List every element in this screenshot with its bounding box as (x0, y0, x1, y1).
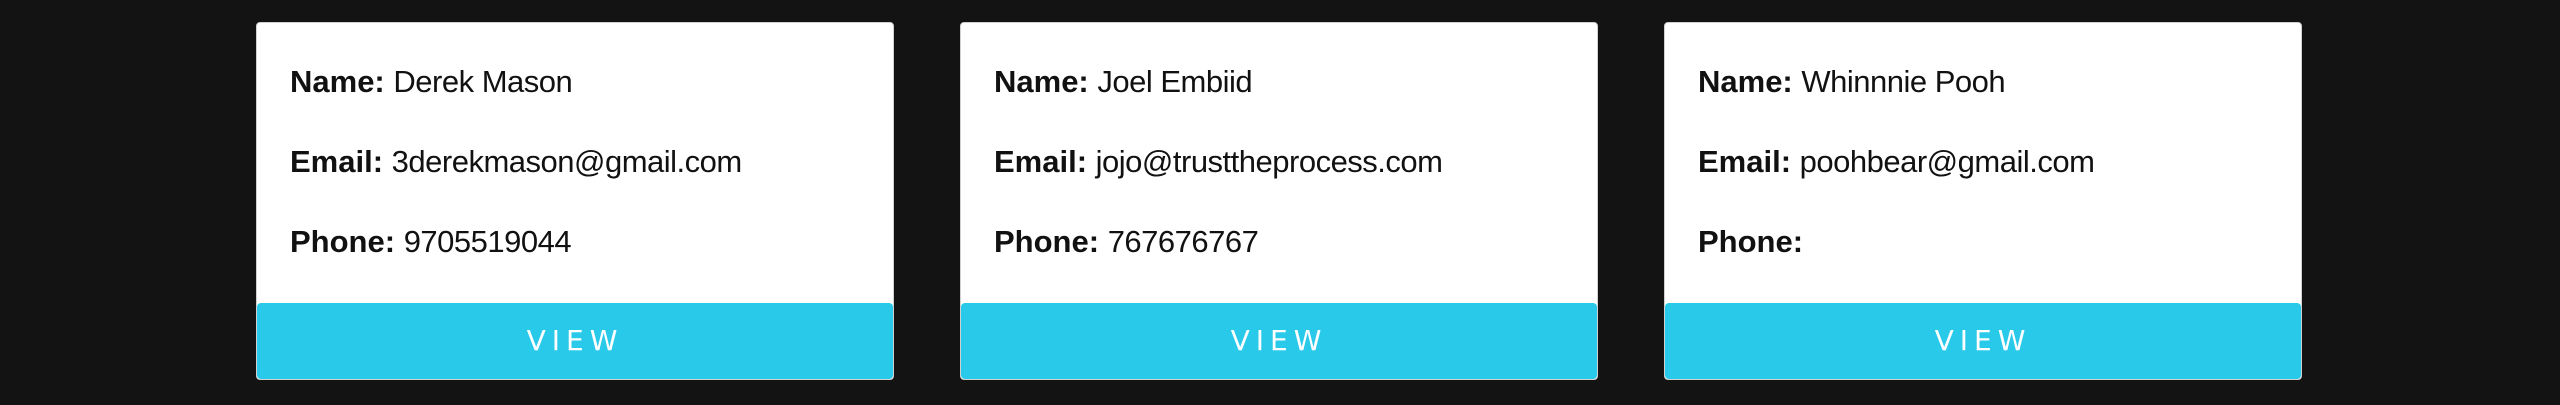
contact-email-field: Email: jojo@trusttheprocess.com (994, 144, 1443, 180)
contact-name-field: Name: Joel Embiid (994, 64, 1253, 100)
email-value: jojo@trusttheprocess.com (1095, 144, 1443, 179)
contact-cards-row: Name: Derek Mason Email: 3derekmason@gma… (0, 0, 2560, 405)
phone-label: Phone: (1698, 224, 1804, 259)
name-value: Whinnnie Pooh (1801, 64, 2006, 99)
phone-label: Phone: (994, 224, 1100, 259)
contact-card: Name: Derek Mason Email: 3derekmason@gma… (256, 22, 894, 380)
contact-card: Name: Whinnnie Pooh Email: poohbear@gmai… (1664, 22, 2302, 380)
name-value: Derek Mason (393, 64, 573, 99)
contact-name-field: Name: Derek Mason (290, 64, 573, 100)
view-button[interactable]: VIEW (1665, 303, 2301, 379)
contact-phone-field: Phone: 9705519044 (290, 224, 572, 260)
email-label: Email: (1698, 144, 1792, 179)
email-label: Email: (994, 144, 1088, 179)
name-value: Joel Embiid (1097, 64, 1253, 99)
contact-email-field: Email: 3derekmason@gmail.com (290, 144, 742, 180)
contact-name-field: Name: Whinnnie Pooh (1698, 64, 2006, 100)
phone-value: 9705519044 (403, 224, 572, 259)
email-value: poohbear@gmail.com (1799, 144, 2095, 179)
email-value: 3derekmason@gmail.com (391, 144, 743, 179)
phone-label: Phone: (290, 224, 396, 259)
contact-phone-field: Phone: 767676767 (994, 224, 1259, 260)
name-label: Name: (290, 64, 385, 99)
contact-card: Name: Joel Embiid Email: jojo@trustthepr… (960, 22, 1598, 380)
name-label: Name: (994, 64, 1089, 99)
name-label: Name: (1698, 64, 1793, 99)
contact-phone-field: Phone: (1698, 224, 1803, 260)
email-label: Email: (290, 144, 384, 179)
view-button[interactable]: VIEW (257, 303, 893, 379)
contact-email-field: Email: poohbear@gmail.com (1698, 144, 2095, 180)
view-button[interactable]: VIEW (961, 303, 1597, 379)
phone-value: 767676767 (1107, 224, 1259, 259)
